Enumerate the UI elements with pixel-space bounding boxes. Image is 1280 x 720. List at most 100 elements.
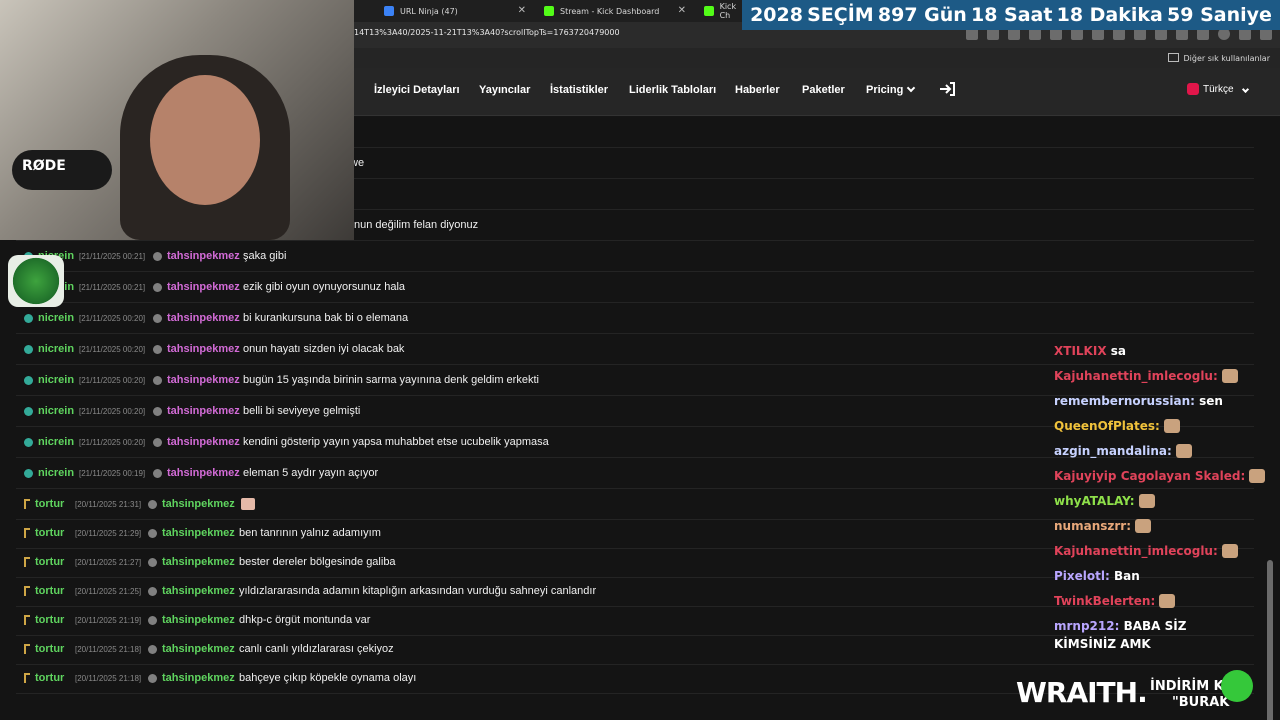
overlay-chat-line: XTILKIX sa xyxy=(1054,344,1126,358)
channel-name: tortur xyxy=(35,643,65,655)
overlay-username: Kajuhanettin_imlecoglu: xyxy=(1054,544,1218,558)
username-link[interactable]: tahsinpekmez xyxy=(167,374,240,386)
channel-badge[interactable]: tortur xyxy=(24,643,64,655)
nav-streamers[interactable]: Yayıncılar xyxy=(479,84,530,96)
username-link[interactable]: tahsinpekmez xyxy=(167,312,240,324)
username-link[interactable]: tahsinpekmez xyxy=(162,643,235,655)
countdown-seconds: 59 Saniye xyxy=(1167,4,1272,26)
username-link[interactable]: tahsinpekmez xyxy=(167,250,240,262)
channel-name: tortur xyxy=(35,527,65,539)
close-icon[interactable]: ✕ xyxy=(678,5,686,16)
channel-badge[interactable]: nicrein xyxy=(24,436,74,448)
nav-viewer-details[interactable]: İzleyici Detayları xyxy=(374,84,460,96)
overlay-username: remembernorussian: xyxy=(1054,394,1195,408)
timestamp: [21/11/2025 00:19] xyxy=(79,469,146,478)
nav-statistics[interactable]: İstatistikler xyxy=(550,84,608,96)
globe-icon xyxy=(24,313,33,323)
torch-icon xyxy=(24,615,30,625)
channel-badge[interactable]: nicrein xyxy=(24,374,74,386)
username-link[interactable]: tahsinpekmez xyxy=(162,585,235,597)
channel-name: tortur xyxy=(35,498,65,510)
channel-name: nicrein xyxy=(38,405,75,417)
username-link[interactable]: tahsinpekmez xyxy=(167,467,240,479)
login-icon[interactable] xyxy=(939,82,955,96)
username-link[interactable]: tahsinpekmez xyxy=(162,672,235,684)
emote-icon xyxy=(1159,594,1176,608)
message-text: onun hayatı sizden iyi olacak bak xyxy=(243,343,405,355)
overlay-chat-line: numanszrr: xyxy=(1054,519,1151,533)
channel-badge[interactable]: tortur xyxy=(24,614,64,626)
emote-icon xyxy=(1135,519,1151,533)
streamer-face xyxy=(150,75,260,205)
username-link[interactable]: tahsinpekmez xyxy=(162,614,235,626)
timestamp: [21/11/2025 00:21] xyxy=(79,252,146,261)
timestamp: [21/11/2025 00:20] xyxy=(79,407,146,416)
username-link[interactable]: tahsinpekmez xyxy=(167,405,240,417)
user-avatar-icon xyxy=(153,376,162,385)
username-link[interactable]: tahsinpekmez xyxy=(162,527,235,539)
language-label: Türkçe xyxy=(1203,83,1234,95)
webcam-feed: RØDE xyxy=(0,0,354,240)
overlay-username: azgin_mandalina: xyxy=(1054,444,1172,458)
channel-badge[interactable]: nicrein xyxy=(24,467,74,479)
message-text: belli bi seviyeye gelmişti xyxy=(243,405,361,417)
nav-leaderboards[interactable]: Liderlik Tabloları xyxy=(629,84,716,96)
language-selector[interactable]: Türkçe xyxy=(1187,83,1249,95)
timestamp: [20/11/2025 21:18] xyxy=(75,645,142,654)
globe-icon xyxy=(24,468,33,478)
overlay-chat-line: Kajuhanettin_imlecoglu: xyxy=(1054,369,1238,383)
user-avatar-icon xyxy=(153,438,162,447)
channel-badge[interactable]: nicrein xyxy=(24,405,74,417)
torch-icon xyxy=(24,499,30,509)
overlay-message: KİMSİNİZ AMK xyxy=(1054,637,1151,651)
username-link[interactable]: tahsinpekmez xyxy=(162,556,235,568)
channel-badge[interactable]: nicrein xyxy=(24,343,74,355)
username-link[interactable]: tahsinpekmez xyxy=(167,343,240,355)
torch-icon xyxy=(24,586,30,596)
timestamp: [20/11/2025 21:18] xyxy=(75,674,142,683)
countdown-minutes: 18 Dakika xyxy=(1056,4,1163,26)
overlay-username: numanszrr: xyxy=(1054,519,1131,533)
nav-packages[interactable]: Paketler xyxy=(802,84,845,96)
overlay-username: TwinkBelerten: xyxy=(1054,594,1156,608)
channel-badge[interactable]: tortur xyxy=(24,585,64,597)
timestamp: [21/11/2025 00:20] xyxy=(79,438,146,447)
channel-badge[interactable]: tortur xyxy=(24,527,64,539)
message-text: bahçeye çıkıp köpekle oynama olayı xyxy=(239,672,417,684)
promo-line: İNDİRİM KO xyxy=(1150,679,1235,694)
overlay-username: XTILKIX xyxy=(1054,344,1107,358)
overlay-username: mrnp212: xyxy=(1054,619,1120,633)
flag-icon xyxy=(1187,83,1199,95)
timestamp: [21/11/2025 00:20] xyxy=(79,345,146,354)
mic-brand: RØDE xyxy=(22,158,66,174)
tab-title: Stream - Kick Dashboard xyxy=(560,6,660,16)
user-avatar-icon xyxy=(148,558,157,567)
message-text: şaka gibi xyxy=(243,250,287,262)
countdown-title: SEÇİM xyxy=(807,4,874,26)
table-row: nicrein[21/11/2025 00:21]tahsinpekmezezi… xyxy=(16,272,1254,303)
nav-pricing[interactable]: Pricing xyxy=(866,83,916,96)
channel-name: tortur xyxy=(35,556,65,568)
other-favorites[interactable]: Diğer sık kullanılanlar xyxy=(1168,53,1271,63)
channel-badge[interactable]: tortur xyxy=(24,498,64,510)
channel-badge[interactable]: tortur xyxy=(24,556,64,568)
emote-icon xyxy=(1163,419,1180,433)
username-link[interactable]: tahsinpekmez xyxy=(167,281,240,293)
torch-icon xyxy=(24,528,30,538)
overlay-message: sen xyxy=(1199,394,1223,408)
channel-badge[interactable]: nicrein xyxy=(24,312,74,324)
url-text[interactable]: 14T13%3A40/2025-11-21T13%3A40?scrollTopT… xyxy=(354,28,620,37)
overlay-chat-line: QueenOfPlates: xyxy=(1054,419,1180,433)
tab-url-ninja[interactable]: URL Ninja (47) ✕ xyxy=(376,0,532,22)
tab-kick-dashboard[interactable]: Stream - Kick Dashboard ✕ xyxy=(536,0,692,22)
nav-news[interactable]: Haberler xyxy=(735,84,780,96)
username-link[interactable]: tahsinpekmez xyxy=(167,436,240,448)
username-link[interactable]: tahsinpekmez xyxy=(162,498,235,510)
countdown-hours: 18 Saat xyxy=(970,4,1053,26)
message-emote xyxy=(241,498,255,513)
message-text: yıldızlararasında adamın kitaplığın arka… xyxy=(239,585,597,597)
channel-badge[interactable]: tortur xyxy=(24,672,64,684)
table-row: nicrein [21/11/2025 00:20] tahsinpekmez bi … xyxy=(16,303,1254,334)
close-icon[interactable]: ✕ xyxy=(518,5,526,16)
user-avatar-icon xyxy=(148,645,157,654)
